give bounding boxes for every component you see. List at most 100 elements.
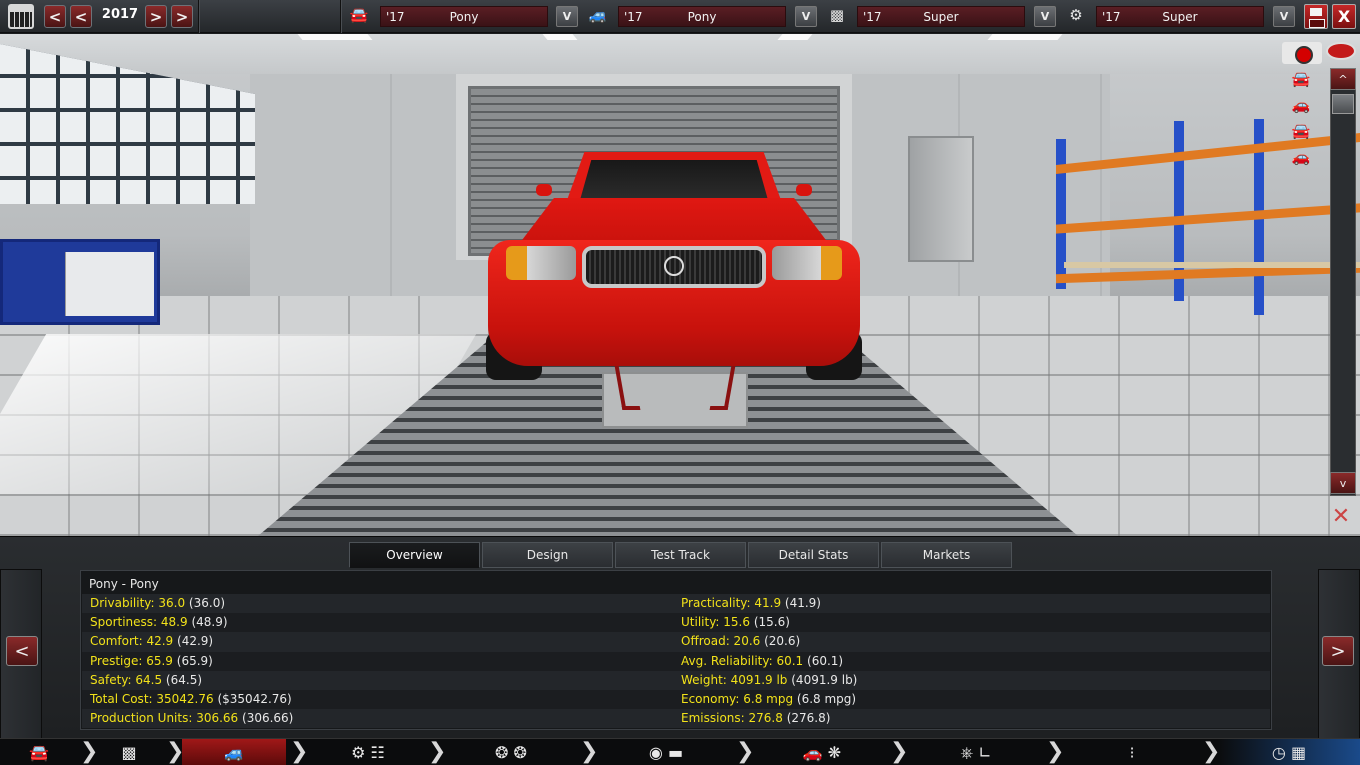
stat-label: Avg. Reliability: 60.1	[681, 653, 804, 668]
shelf-board	[1064, 262, 1360, 268]
stat-row: Drivability: 36.0 (36.0) Practicality: 4…	[82, 594, 1270, 614]
car-side-view-icon[interactable]: 🚗	[1284, 96, 1318, 114]
chevron-right-icon: ❯	[166, 739, 185, 764]
stat-label: Prestige: 65.9	[90, 653, 173, 668]
stat-base-value: (20.6)	[764, 634, 801, 649]
shelf-beam	[1056, 203, 1360, 234]
zoom-scrollbar[interactable]	[1330, 68, 1356, 496]
save-icon[interactable]	[1304, 4, 1328, 29]
design-steps-nav: 🚘 ❯ ▩ ❯ 🚙 ❯ ⚙ ☷ ❯ ❂ ❂ ❯ ◉ ▬ ❯ 🚗 ❋ ❯ ⎈ ∟ …	[0, 738, 1360, 765]
car-headlight	[772, 246, 842, 280]
car-model-step-icon[interactable]: 🚘	[0, 739, 78, 765]
chevron-right-icon: ❯	[736, 739, 755, 764]
stat-base-value: ($35042.76)	[217, 691, 292, 706]
car-model-icon: 🚙	[588, 6, 608, 24]
prev-car-button[interactable]: <	[6, 636, 38, 666]
next-car-button[interactable]: >	[1322, 636, 1354, 666]
tab-markets[interactable]: Markets	[881, 542, 1012, 568]
test-finish-step-icon[interactable]: ◷ ▦	[1218, 739, 1360, 765]
body-step-icon[interactable]: ◉ ▬	[598, 739, 734, 765]
wheels-step-icon[interactable]: ❂ ❂	[446, 739, 576, 765]
chassis-selector[interactable]: '17 Super	[857, 6, 1025, 27]
chevron-right-icon: ❯	[580, 739, 599, 764]
car-front-icon[interactable]: 🚘	[1284, 70, 1318, 88]
stat-base-value: (41.9)	[784, 596, 821, 610]
chassis-dropdown-button[interactable]: V	[1034, 6, 1056, 27]
stat-label: Safety: 64.5	[90, 672, 163, 687]
hide-car-icon[interactable]: ✕	[1326, 504, 1356, 530]
stat-label: Emissions: 276.8	[681, 711, 783, 726]
car-headlight	[506, 246, 576, 280]
tab-overview[interactable]: Overview	[349, 542, 480, 568]
car-3d-viewport[interactable]: 🚘 🚗 🚘 🚗 ^ v ✕	[0, 34, 1360, 536]
stat-label: Drivability: 36.0	[90, 596, 186, 610]
eye-icon[interactable]	[1326, 42, 1356, 60]
car-mirror	[796, 184, 812, 196]
chassis-icon: ▩	[829, 6, 845, 24]
chevron-right-icon: ❯	[1046, 739, 1065, 764]
next-year-button[interactable]: >	[145, 5, 167, 28]
ceiling-light	[542, 34, 578, 40]
stat-base-value: (6.8 mpg)	[796, 691, 857, 706]
stat-label: Utility: 15.6	[681, 615, 750, 630]
stat-label: Practicality: 41.9	[681, 596, 782, 610]
stat-base-value: (15.6)	[753, 615, 790, 630]
car-design-step-icon[interactable]: 🚙	[182, 739, 286, 765]
chassis-name: Super	[923, 10, 959, 24]
tab-test-track[interactable]: Test Track	[615, 542, 746, 568]
engine-gearbox-step-icon[interactable]: ⚙ ☷	[310, 739, 426, 765]
divider	[340, 0, 342, 33]
suspension-step-icon[interactable]: ⁝	[1064, 739, 1200, 765]
stat-base-value: (64.5)	[165, 672, 203, 687]
stat-base-value: (36.0)	[188, 596, 226, 610]
engine-selector[interactable]: '17 Super	[1096, 6, 1264, 27]
current-year: 2017	[101, 7, 139, 22]
stat-row: Comfort: 42.9 (42.9) Offroad: 20.6 (20.6…	[82, 632, 1270, 652]
engine-dropdown-button[interactable]: V	[1273, 6, 1295, 27]
car-top-icon[interactable]: 🚗	[1284, 148, 1318, 166]
car-model-render	[486, 152, 862, 382]
stat-base-value: (60.1)	[807, 653, 844, 668]
trim-selector[interactable]: '17 Pony	[618, 6, 786, 27]
zoom-up-button[interactable]: ^	[1330, 68, 1356, 90]
wall-locker	[908, 136, 974, 262]
prev-year-button[interactable]: <	[70, 5, 92, 28]
stat-label: Production Units: 306.66	[90, 711, 239, 726]
tab-design[interactable]: Design	[482, 542, 613, 568]
stat-base-value: (48.9)	[191, 615, 228, 630]
stat-row: Sportiness: 48.9 (48.9) Utility: 15.6 (1…	[82, 613, 1270, 633]
chassis-step-icon[interactable]: ▩	[94, 739, 164, 765]
car-rear-icon[interactable]: 🚘	[1284, 122, 1318, 140]
trim-dropdown-button[interactable]: V	[795, 6, 817, 27]
app-root: < < 2017 > > 🚘 '17 Pony V 🚙 '17 Pony V ▩…	[0, 0, 1360, 765]
stat-base-value: (4091.9 lb)	[791, 672, 858, 687]
zoom-down-button[interactable]: v	[1330, 472, 1356, 494]
zoom-scroll-thumb[interactable]	[1332, 94, 1354, 114]
model-dropdown-button[interactable]: V	[556, 6, 578, 27]
stat-base-value: (276.8)	[786, 711, 831, 726]
stat-label: Economy: 6.8 mpg	[681, 691, 794, 706]
calendar-icon[interactable]	[8, 4, 34, 29]
stat-label: Offroad: 20.6	[681, 634, 761, 649]
chevron-right-icon: ❯	[80, 739, 99, 764]
panel-tabs: Overview Design Test Track Detail Stats …	[349, 542, 1012, 568]
stat-label: Comfort: 42.9	[90, 634, 174, 649]
model-selector[interactable]: '17 Pony	[380, 6, 548, 27]
chevron-right-icon: ❯	[890, 739, 909, 764]
info-panel: Overview Design Test Track Detail Stats …	[0, 536, 1360, 739]
prev-year-fast-button[interactable]: <	[44, 5, 66, 28]
car-title: Pony - Pony	[89, 577, 159, 591]
car-mirror	[536, 184, 552, 196]
stat-row: Total Cost: 35042.76 ($35042.76) Economy…	[82, 689, 1270, 710]
stat-label: Weight: 4091.9 lb	[681, 672, 788, 687]
stat-base-value: (42.9)	[177, 634, 214, 649]
interior-step-icon[interactable]: ⎈ ∟	[908, 739, 1044, 765]
camera-icon[interactable]	[1282, 42, 1322, 64]
divider	[198, 0, 200, 33]
ceiling-light	[777, 34, 813, 40]
car-badge	[664, 256, 684, 276]
next-year-fast-button[interactable]: >	[171, 5, 193, 28]
aero-cooling-step-icon[interactable]: 🚗 ❋	[754, 739, 890, 765]
close-button[interactable]: X	[1332, 4, 1356, 29]
tab-detail-stats[interactable]: Detail Stats	[748, 542, 879, 568]
